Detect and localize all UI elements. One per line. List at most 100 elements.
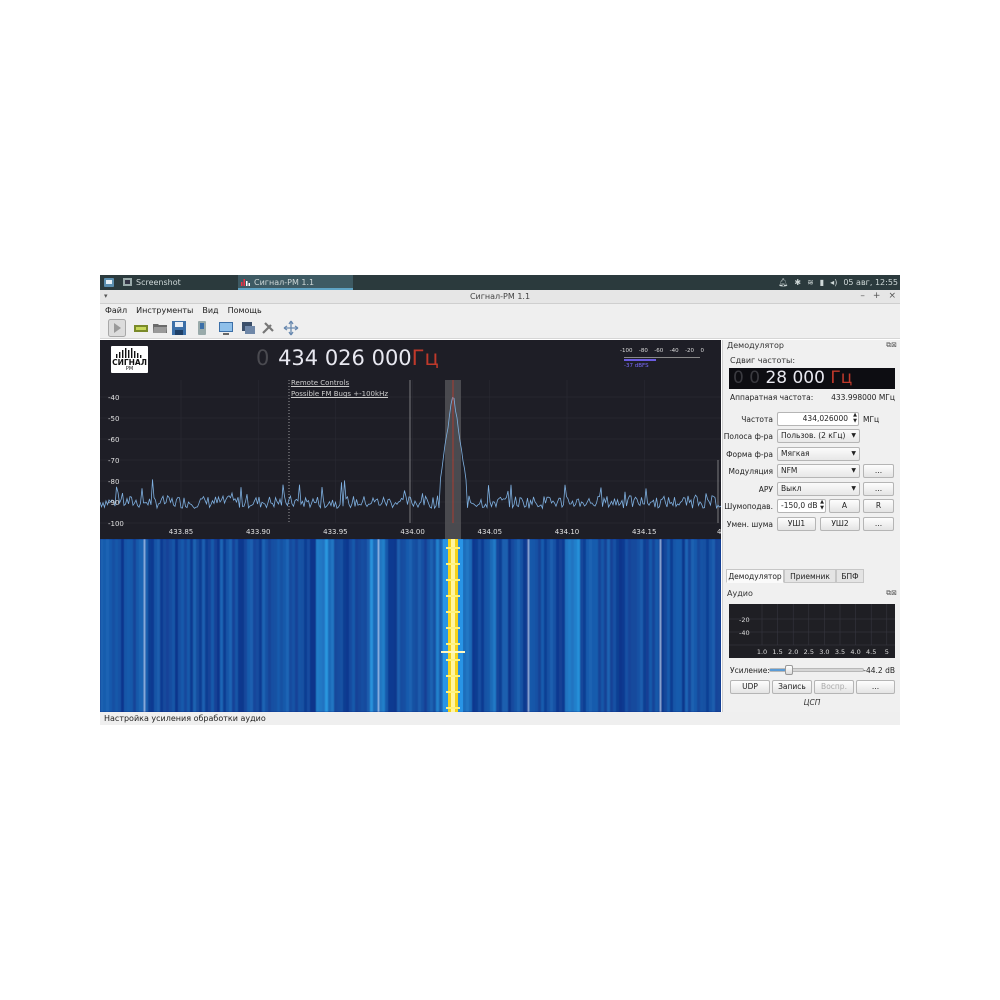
waterfall-column	[358, 539, 361, 712]
audio-ytick: -40	[739, 629, 750, 637]
device-icon[interactable]	[133, 320, 149, 336]
bookmark-label[interactable]: Remote Controls	[291, 379, 349, 387]
waterfall-column	[139, 539, 142, 712]
waterfall-column	[334, 539, 337, 712]
offset-digits[interactable]: 28 000	[765, 368, 824, 388]
waterfall-column	[511, 539, 514, 712]
waterfall-column	[394, 539, 397, 712]
close-icon[interactable]: ×	[888, 291, 896, 301]
waterfall-column	[595, 539, 598, 712]
tab-receiver[interactable]: Приемник	[784, 569, 836, 583]
tab-fft[interactable]: БПФ	[836, 569, 864, 583]
battery-icon[interactable]: ▮	[820, 275, 824, 290]
waterfall-column	[106, 539, 109, 712]
maximize-icon[interactable]: +	[873, 291, 881, 301]
waterfall-column	[583, 539, 586, 712]
system-tray: 🔔︎ ✱ ≋ ▮ ◂) 05 авг, 12:55	[778, 275, 898, 290]
meter-readout: -37 dBFS	[624, 363, 649, 369]
waterfall-column	[493, 539, 496, 712]
audio-fft-plot[interactable]: -20 -40 1.0 1.5 2.0 2.5 3.0 3.5 4.0 4.5 5	[729, 604, 895, 658]
open-icon[interactable]	[152, 320, 168, 336]
playback-button[interactable]: Воспр.	[814, 680, 854, 694]
nb1-button[interactable]: УШ1	[777, 517, 816, 531]
spectrum-ytick: -60	[108, 436, 119, 444]
dock-float-close-icon[interactable]: ⧉⊠	[886, 341, 897, 350]
agc-select[interactable]: Выкл ▼	[777, 482, 860, 496]
waterfall-column	[259, 539, 262, 712]
record-icon[interactable]	[194, 320, 210, 336]
waterfall[interactable]	[100, 539, 721, 712]
play-icon[interactable]	[108, 319, 126, 337]
minimize-icon[interactable]: –	[860, 291, 865, 301]
shape-select[interactable]: Мягкая ▼	[777, 447, 860, 461]
waterfall-column	[409, 539, 412, 712]
waterfall-column	[160, 539, 163, 712]
spectrum-plotter[interactable]: -40 -50 -60 -70 -80 -90 -100 433.85 433.90 433.9…	[100, 340, 721, 539]
waterfall-burst	[446, 611, 460, 613]
notification-icon[interactable]: 🔔︎	[778, 275, 788, 290]
menu-tools[interactable]: Инструменты	[136, 304, 193, 317]
gain-slider[interactable]	[769, 665, 864, 675]
screen-icon[interactable]	[218, 320, 234, 336]
waterfall-column	[301, 539, 304, 712]
waterfall-column	[700, 539, 703, 712]
volume-icon[interactable]: ◂)	[830, 275, 837, 290]
audio-ytick: -20	[739, 616, 750, 624]
spectrum-ytick: -40	[108, 394, 119, 402]
menu-view[interactable]: Вид	[202, 304, 218, 317]
waterfall-column	[352, 539, 355, 712]
gain-slider-handle[interactable]	[784, 665, 793, 675]
waterfall-column	[379, 539, 382, 712]
toolbar	[100, 317, 900, 339]
menu-help[interactable]: Помощь	[228, 304, 262, 317]
spinner-icon[interactable]: ▲ ▼	[820, 499, 824, 511]
filter-select[interactable]: Пользов. (2 кГц) ▼	[777, 429, 860, 443]
record-button[interactable]: Запись	[772, 680, 812, 694]
menu-file[interactable]: Файл	[105, 304, 127, 317]
clock[interactable]: 05 авг, 12:55	[843, 275, 898, 290]
waterfall-column	[166, 539, 169, 712]
bookmark-label[interactable]: Possible FM Bugs +-100kHz	[291, 390, 388, 398]
waterfall-column	[277, 539, 280, 712]
fullscreen-icon[interactable]	[283, 320, 299, 336]
bluetooth-icon[interactable]: ✱	[794, 275, 801, 290]
taskbar-item-signal[interactable]: Сигнал-РМ 1.1	[238, 275, 353, 290]
audio-options-button[interactable]: ...	[856, 680, 895, 694]
dock-float-close-icon[interactable]: ⧉⊠	[886, 589, 897, 598]
agc-options-button[interactable]: ...	[863, 482, 894, 496]
frequency-digits[interactable]: 434 026 000	[278, 346, 412, 370]
chevron-down-icon: ▼	[851, 432, 856, 439]
wifi-icon[interactable]: ≋	[807, 275, 814, 290]
udp-button[interactable]: UDP	[730, 680, 770, 694]
waterfall-column	[172, 539, 175, 712]
nb2-button[interactable]: УШ2	[820, 517, 860, 531]
waterfall-column	[373, 539, 376, 712]
waterfall-column	[619, 539, 622, 712]
freq-input[interactable]: 434,026000 ▲ ▼	[777, 412, 859, 426]
spectrum-xtick: 434.00	[400, 528, 425, 536]
offset-display[interactable]: 0 0 28 000 Гц	[729, 368, 895, 389]
spinner-icon[interactable]: ▲ ▼	[853, 412, 857, 424]
squelch-input[interactable]: -150,0 dB ▲ ▼	[777, 499, 826, 513]
waterfall-column	[346, 539, 349, 712]
waterfall-column	[115, 539, 118, 712]
save-icon[interactable]	[171, 320, 187, 336]
squelch-auto-button[interactable]: A	[829, 499, 860, 513]
tab-demodulator[interactable]: Демодулятор	[726, 569, 784, 583]
nr-options-button[interactable]: ...	[863, 517, 894, 531]
waterfall-column	[679, 539, 682, 712]
waterfall-column	[421, 539, 424, 712]
menu-icon[interactable]	[104, 278, 114, 287]
taskbar-item-screenshot[interactable]: Screenshot	[120, 275, 235, 290]
waterfall-column	[634, 539, 637, 712]
waterfall-column	[193, 539, 196, 712]
squelch-reset-button[interactable]: R	[863, 499, 894, 513]
chevron-down-icon: ▼	[851, 450, 856, 457]
settings-icon[interactable]	[260, 320, 276, 336]
mode-select[interactable]: NFM ▼	[777, 464, 860, 478]
waterfall-column	[469, 539, 472, 712]
waterfall-column	[640, 539, 643, 712]
remote-icon[interactable]	[240, 320, 256, 336]
frequency-display[interactable]: 0 434 026 000Гц	[256, 346, 439, 370]
mode-options-button[interactable]: ...	[863, 464, 894, 478]
